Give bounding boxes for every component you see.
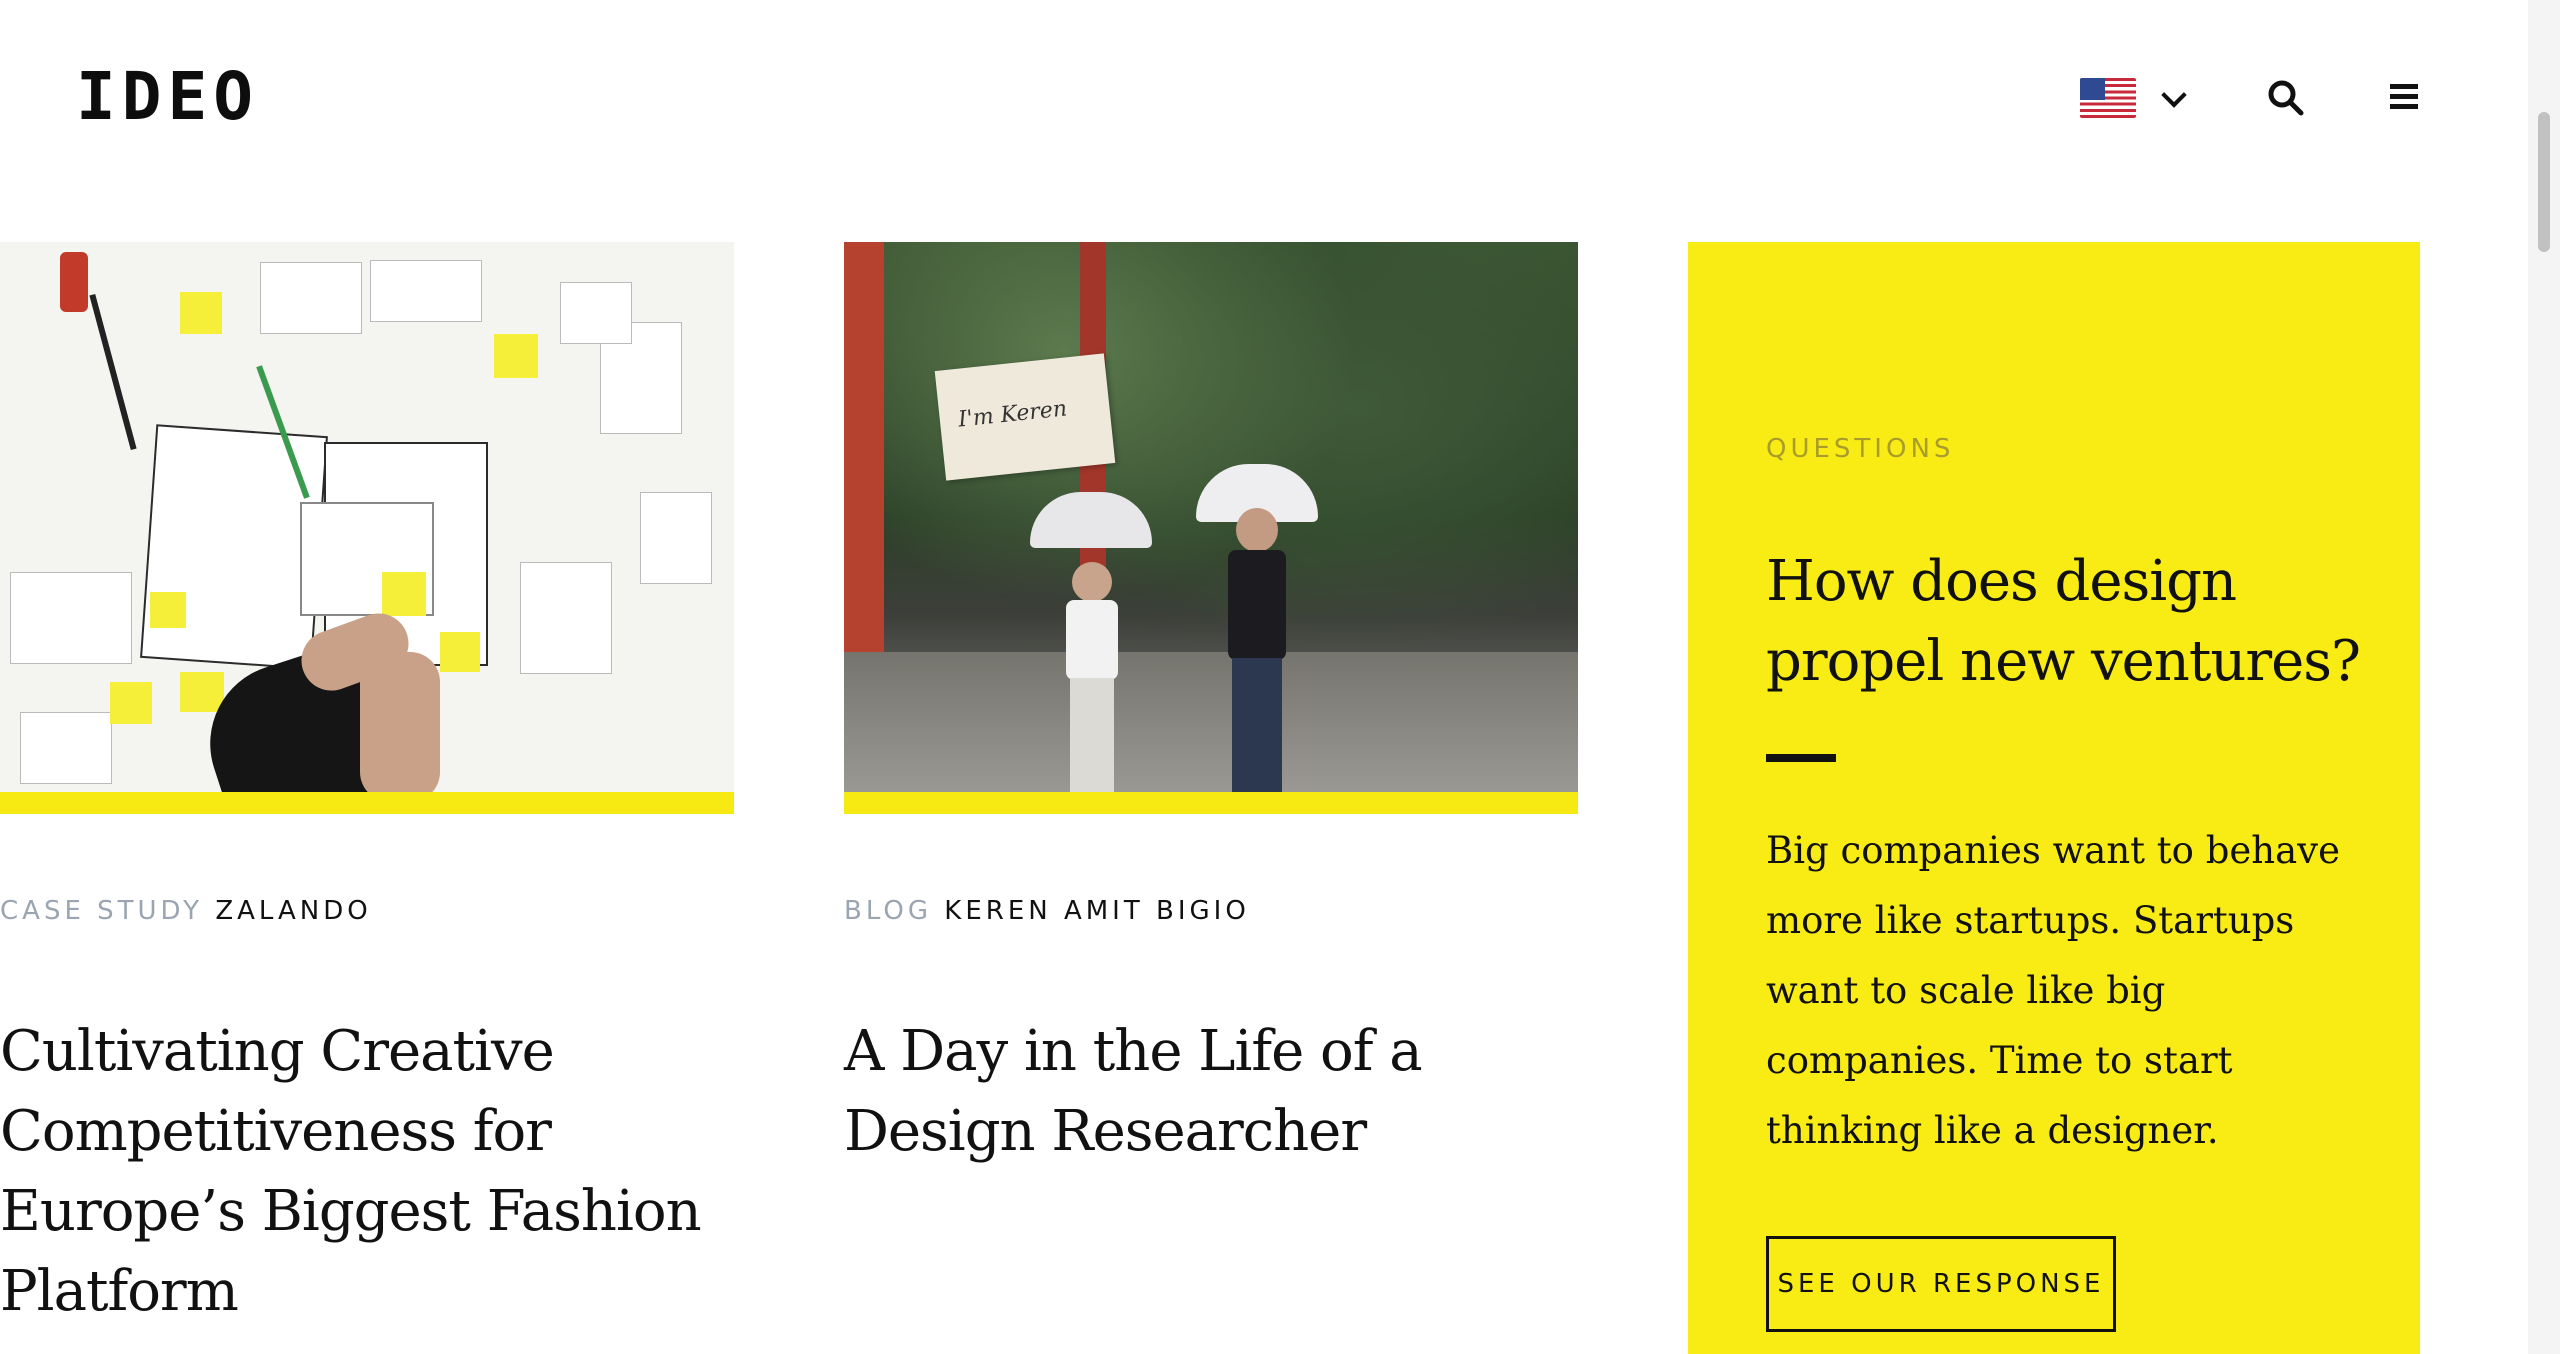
hamburger-menu-icon [2390, 84, 2418, 109]
panel-title: How does design propel new ventures? [1766, 549, 2361, 694]
panel-kicker: QUESTIONS [1766, 434, 1955, 464]
card-headline[interactable]: A Day in the Life of a Design Researcher [844, 1012, 1564, 1172]
panel-body: Big companies want to behave more like s… [1766, 829, 2340, 1152]
menu-button[interactable] [2388, 80, 2422, 114]
ideo-logo[interactable]: IDEO [76, 62, 259, 132]
content-type-label: BLOG [844, 896, 933, 926]
card-meta: CASE STUDY ZALANDO [0, 896, 372, 926]
questions-panel: QUESTIONS How does design propel new ven… [1688, 242, 2420, 1354]
scrollbar-thumb[interactable] [2538, 112, 2550, 252]
us-flag-icon [2080, 78, 2136, 118]
card-meta: BLOG KEREN AMIT BIGIO [844, 896, 1250, 926]
workshop-table-photo[interactable] [0, 242, 734, 792]
search-button[interactable] [2266, 78, 2306, 118]
search-icon [2268, 80, 2304, 116]
see-our-response-button[interactable]: SEE OUR RESPONSE [1766, 1236, 2116, 1332]
image-accent-bar [0, 792, 734, 814]
client-name[interactable]: ZALANDO [215, 896, 371, 926]
chevron-down-icon [2161, 82, 2187, 108]
panel-divider [1766, 754, 1836, 762]
image-accent-bar [844, 792, 1578, 814]
umbrellas-forest-photo[interactable]: I'm Keren [844, 242, 1578, 792]
author-name[interactable]: KEREN AMIT BIGIO [944, 896, 1250, 926]
card-headline[interactable]: Cultivating Creative Competitiveness for… [0, 1012, 720, 1332]
page-scrollbar[interactable] [2528, 0, 2560, 1354]
locale-selector[interactable] [2080, 76, 2190, 120]
content-type-label: CASE STUDY [0, 896, 204, 926]
